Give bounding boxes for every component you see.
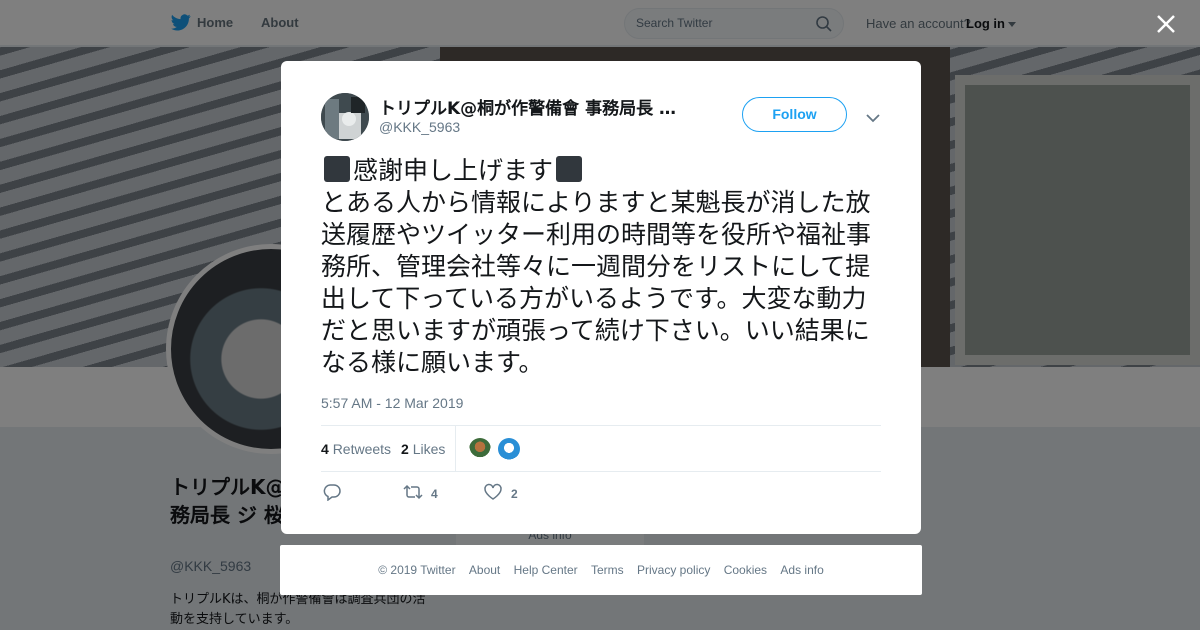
tweet-modal: トリプルK@桐が作警備會 事務局長 … @KKK_5963 Follow 感謝申… xyxy=(281,61,921,534)
author-name[interactable]: トリプルK@桐が作警備會 事務局長 … xyxy=(379,94,699,119)
retweets-label: Retweets xyxy=(332,441,392,457)
liker-avatar[interactable] xyxy=(498,438,520,460)
retweet-icon[interactable] xyxy=(403,483,423,505)
retweet-action-count: 4 xyxy=(431,487,438,501)
chevron-down-icon[interactable] xyxy=(866,108,880,127)
footer-link-cookies[interactable]: Cookies xyxy=(724,563,767,577)
footer-copyright[interactable]: © 2019 Twitter xyxy=(378,563,455,577)
tweet-stats: 4 Retweets 2 Likes xyxy=(321,425,881,472)
tweet-timestamp[interactable]: 5:57 AM - 12 Mar 2019 xyxy=(321,395,463,411)
tweet-body: とある人から情報によりますと某魁長が消した放送履歴やツイッター利用の時間等を役所… xyxy=(321,188,872,377)
tweet-headline-line: 感謝申し上げます xyxy=(321,155,883,187)
liker-avatar[interactable] xyxy=(469,438,491,460)
likes-count: 2 xyxy=(401,441,409,457)
black-square-emoji-icon xyxy=(324,156,350,182)
reply-icon[interactable] xyxy=(323,483,341,505)
tweet-text: 感謝申し上げます とある人から情報によりますと某魁長が消した放送履歴やツイッター… xyxy=(321,155,883,379)
follow-button[interactable]: Follow xyxy=(742,97,847,132)
tweet-actions: 4 2 xyxy=(321,483,881,507)
retweets-count: 4 xyxy=(321,441,329,457)
close-icon[interactable] xyxy=(1154,12,1178,36)
black-square-emoji-icon xyxy=(556,156,583,182)
tweet-headline: 感謝申し上げます xyxy=(353,156,554,185)
likes-label: Likes xyxy=(412,441,446,457)
likes-stat[interactable]: 2 Likes xyxy=(401,441,445,457)
stats-divider xyxy=(455,426,456,472)
footer-link-privacy[interactable]: Privacy policy xyxy=(637,563,710,577)
retweets-stat[interactable]: 4 Retweets xyxy=(321,441,391,457)
like-action-count: 2 xyxy=(511,487,518,501)
footer-link-help-center[interactable]: Help Center xyxy=(514,563,578,577)
heart-icon[interactable] xyxy=(483,483,503,505)
author-avatar[interactable] xyxy=(321,93,369,141)
footer-link-about[interactable]: About xyxy=(469,563,500,577)
footer-link-ads-info[interactable]: Ads info xyxy=(780,563,823,577)
footer-links: © 2019 Twitter About Help Center Terms P… xyxy=(280,563,922,577)
footer-link-terms[interactable]: Terms xyxy=(591,563,624,577)
author-handle[interactable]: @KKK_5963 xyxy=(379,119,460,135)
footer: © 2019 Twitter About Help Center Terms P… xyxy=(280,545,922,595)
